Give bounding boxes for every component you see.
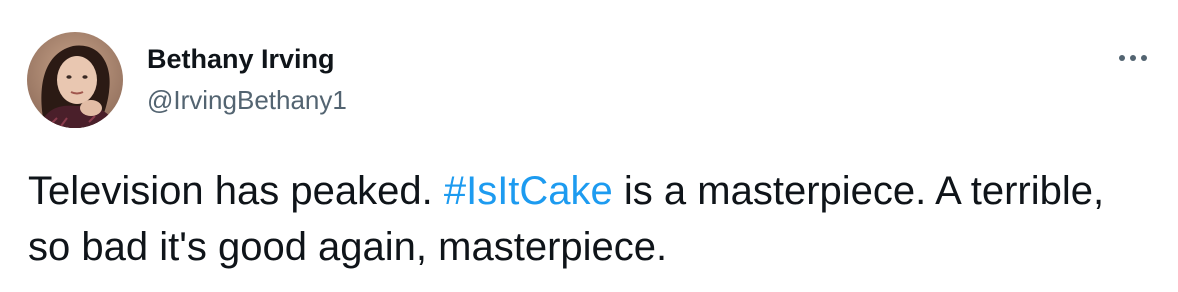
more-options-button[interactable] <box>1113 44 1153 72</box>
more-options-ellipsis-icon <box>1119 55 1147 61</box>
author-handle[interactable]: @IrvingBethany1 <box>147 84 347 116</box>
avatar[interactable] <box>27 32 123 128</box>
tweet-card: Bethany Irving @IrvingBethany1 Televisio… <box>0 0 1178 292</box>
author-name[interactable]: Bethany Irving <box>147 42 335 76</box>
hashtag-link[interactable]: #IsItCake <box>444 169 613 213</box>
tweet-text: Television has peaked. #IsItCake is a ma… <box>28 163 1148 275</box>
profile-photo-icon <box>27 32 123 128</box>
tweet-text-before: Television has peaked. <box>28 169 444 213</box>
